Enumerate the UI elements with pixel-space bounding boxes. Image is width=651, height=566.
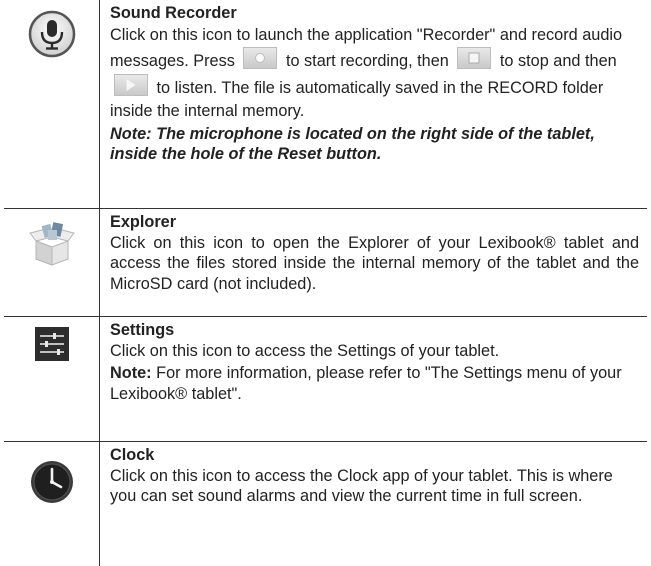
icon-cell [4,442,100,566]
icon-cell [4,0,100,208]
text-cell: Clock Click on this icon to access the C… [100,442,647,566]
note-label: Note: [110,364,152,382]
description-clock: Click on this icon to access the Clock a… [110,466,613,506]
text-cell: Settings Click on this icon to access th… [100,317,647,441]
icon-cell [4,317,100,441]
explorer-box-icon [28,222,75,266]
desc-part-3: to stop and then [499,52,617,70]
note-text: For more information, please refer to "T… [110,364,622,403]
play-button-icon [114,73,148,96]
text-cell: Sound Recorder Click on this icon to lau… [100,0,647,208]
desc-part-4: to listen. The file is automatically sav… [110,78,604,121]
row-settings: Settings Click on this icon to access th… [4,317,647,442]
row-explorer: Explorer Click on this icon to open the … [4,209,647,317]
title-clock: Clock [110,446,155,464]
title-sound-recorder: Sound Recorder [110,4,237,22]
title-explorer: Explorer [110,213,177,231]
settings-sliders-icon [34,327,69,361]
microphone-icon [28,10,75,58]
clock-icon [30,461,73,503]
features-table: Sound Recorder Click on this icon to lau… [4,0,647,566]
description-sound-recorder: Click on this icon to launch the applica… [110,24,639,124]
note-settings: Note: For more information, please refer… [110,363,639,404]
text-cell: Explorer Click on this icon to open the … [100,209,647,316]
stop-button-icon [457,47,492,69]
row-clock: Clock Click on this icon to access the C… [4,442,647,566]
icon-cell [4,209,100,316]
record-button-icon [243,47,278,69]
description-settings: Click on this icon to access the Setting… [110,341,500,360]
row-sound-recorder: Sound Recorder Click on this icon to lau… [4,0,647,209]
note-microphone: Note: The microphone is located on the r… [110,124,595,164]
description-explorer: Click on this icon to open the Explorer … [110,233,639,293]
title-settings: Settings [110,321,175,339]
desc-part-2: to start recording, then [285,52,449,70]
